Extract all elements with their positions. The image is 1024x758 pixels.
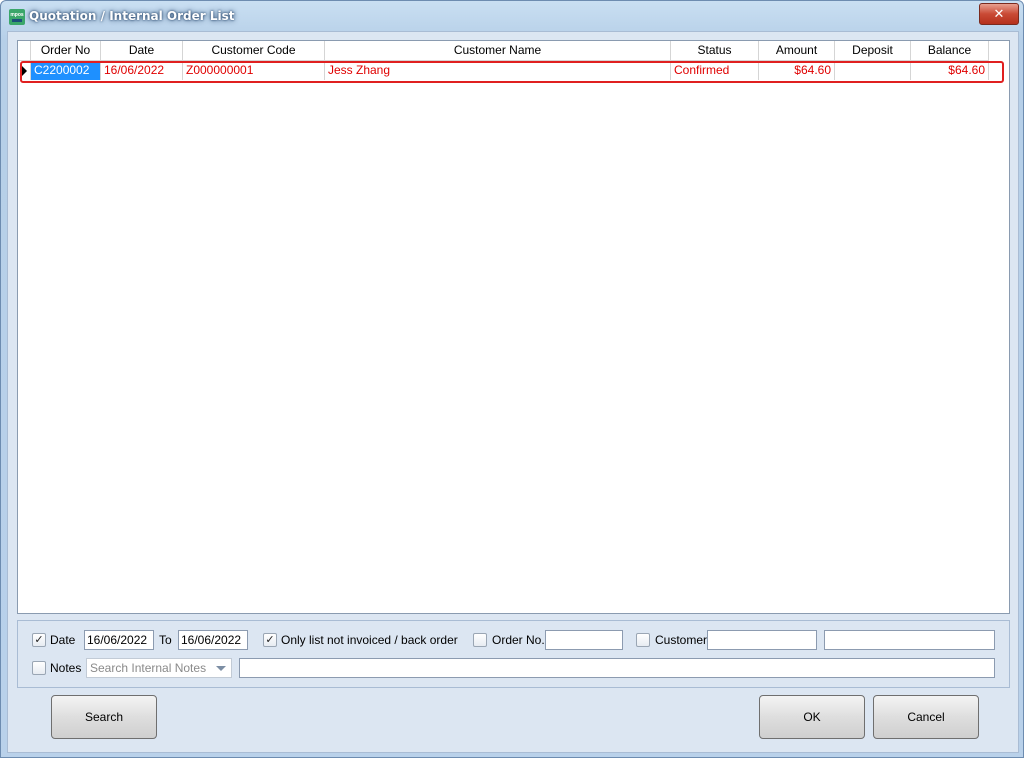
order-grid[interactable]: Order No Date Customer Code Customer Nam… (17, 40, 1010, 614)
cell-status[interactable]: Confirmed (671, 62, 759, 80)
notes-search-type-text: Search Internal Notes (90, 661, 207, 675)
close-button[interactable]: ✕ (979, 3, 1019, 25)
cell-balance[interactable]: $64.60 (911, 62, 989, 80)
notes-checkbox[interactable] (32, 661, 46, 675)
order-no-input[interactable] (545, 630, 623, 650)
date-filter-label: Date (50, 633, 76, 647)
customer-code-input[interactable] (707, 630, 817, 650)
notes-label: Notes (50, 661, 82, 675)
order-list-window: mpos Quotation / Internal Order List ✕ O… (0, 0, 1024, 758)
window-title: Quotation / Internal Order List (29, 9, 235, 23)
app-logo-icon: mpos (9, 9, 25, 25)
search-button[interactable]: Search (51, 695, 157, 739)
cell-customer-code[interactable]: Z000000001 (183, 62, 325, 80)
cell-amount[interactable]: $64.60 (759, 62, 835, 80)
notes-search-input[interactable] (239, 658, 995, 678)
cell-date[interactable]: 16/06/2022 (101, 62, 183, 80)
column-header-amount[interactable]: Amount (759, 41, 835, 61)
date-filter-checkbox[interactable]: ✓ (32, 633, 46, 647)
cell-customer-name[interactable]: Jess Zhang (325, 62, 671, 80)
column-header-customer-name[interactable]: Customer Name (325, 41, 671, 61)
header-corner (18, 41, 31, 61)
customer-checkbox[interactable] (636, 633, 650, 647)
column-header-customer-code[interactable]: Customer Code (183, 41, 325, 61)
grid-header: Order No Date Customer Code Customer Nam… (18, 41, 1009, 61)
not-invoiced-label: Only list not invoiced / back order (281, 633, 458, 647)
cell-deposit[interactable] (835, 62, 911, 80)
app-logo-strip (12, 18, 22, 22)
column-header-order-no[interactable]: Order No (31, 41, 101, 61)
column-header-balance[interactable]: Balance (911, 41, 989, 61)
customer-label: Customer (655, 633, 708, 647)
row-indicator (18, 62, 31, 80)
column-header-status[interactable]: Status (671, 41, 759, 61)
date-to-label: To (159, 633, 172, 647)
notes-search-type-select[interactable]: Search Internal Notes (86, 658, 232, 678)
current-row-arrow-icon (22, 66, 27, 76)
cancel-button[interactable]: Cancel (873, 695, 979, 739)
filter-panel: ✓ Date 16/06/2022 To 16/06/2022 ✓ Only l… (17, 620, 1010, 688)
order-no-label: Order No. (492, 633, 545, 647)
app-logo-text: mpos (10, 11, 24, 18)
table-row[interactable]: C2200002 16/06/2022 Z000000001 Jess Zhan… (18, 62, 1009, 80)
column-header-date[interactable]: Date (101, 41, 183, 61)
customer-name-input[interactable] (824, 630, 995, 650)
chevron-down-icon (216, 666, 226, 671)
column-header-deposit[interactable]: Deposit (835, 41, 911, 61)
title-bar[interactable]: mpos Quotation / Internal Order List ✕ (1, 1, 1023, 33)
not-invoiced-checkbox[interactable]: ✓ (263, 633, 277, 647)
client-area: Order No Date Customer Code Customer Nam… (7, 31, 1019, 753)
close-icon: ✕ (993, 6, 1005, 22)
order-no-checkbox[interactable] (473, 633, 487, 647)
ok-button[interactable]: OK (759, 695, 865, 739)
date-to-input[interactable]: 16/06/2022 (178, 630, 248, 650)
date-from-input[interactable]: 16/06/2022 (84, 630, 154, 650)
cell-order-no[interactable]: C2200002 (31, 62, 101, 80)
